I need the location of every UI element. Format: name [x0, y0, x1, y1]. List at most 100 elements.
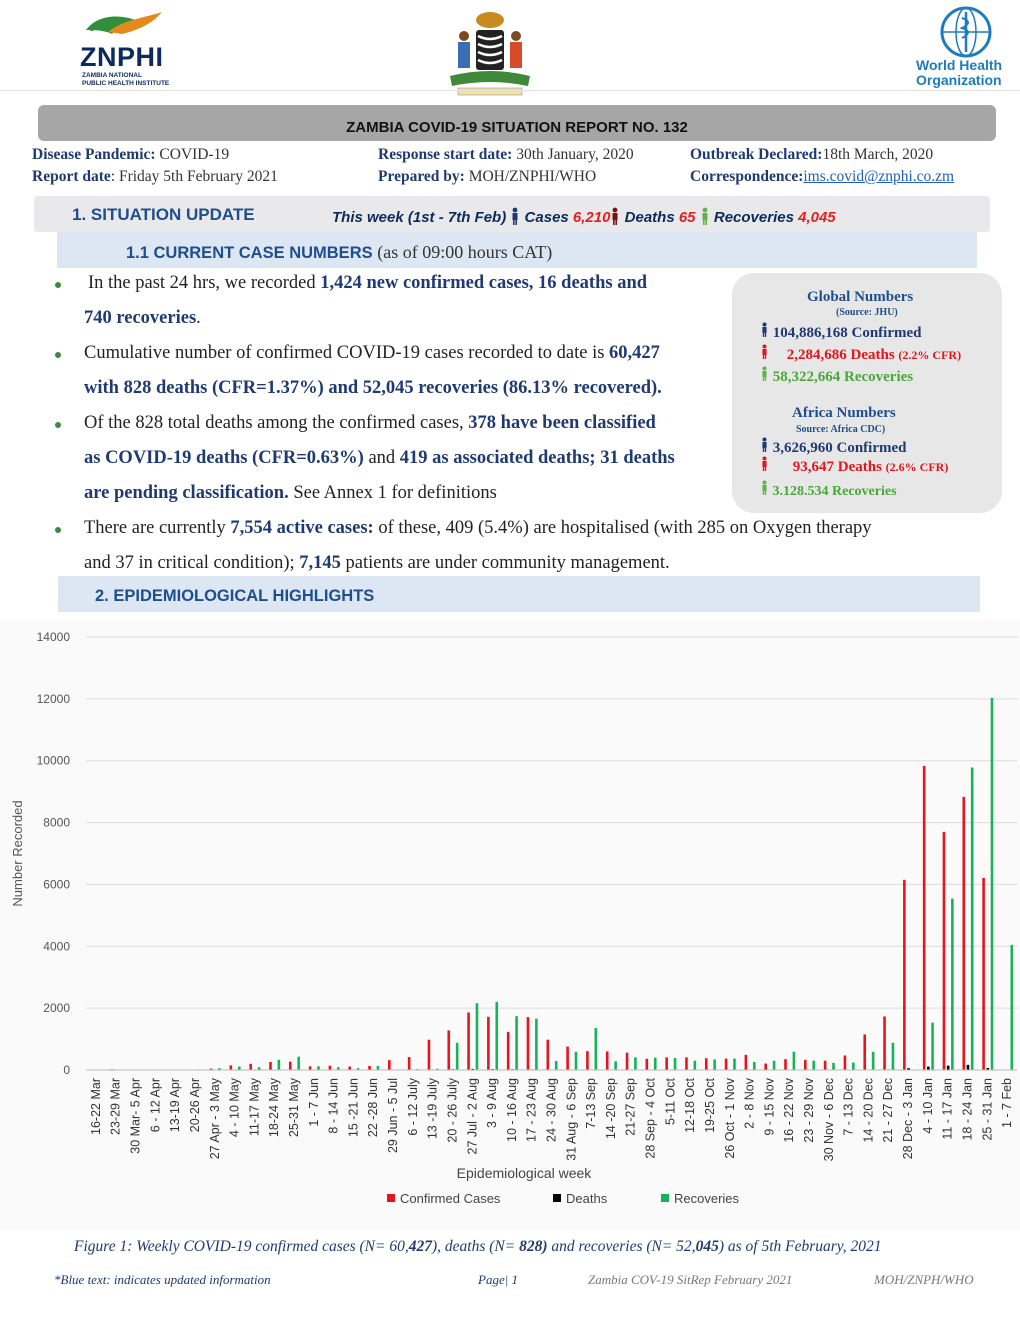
bar-recoveries [455, 1042, 459, 1070]
x-tick-label: 28 Sep - 4 Oct [644, 1077, 658, 1158]
x-axis-label: Epidemiological week [457, 1165, 593, 1181]
bullet-dot [55, 527, 61, 533]
legend-swatch-deaths [553, 1194, 561, 1202]
znphi-logo-text: ZNPHI [80, 42, 164, 72]
bar-recoveries [990, 697, 994, 1070]
bar-confirmed [467, 1012, 470, 1070]
report-date: Report date: Friday 5th February 2021 [32, 168, 278, 185]
bar-confirmed [903, 879, 906, 1070]
bar-recoveries [515, 1016, 518, 1070]
bar-confirmed [447, 1030, 451, 1070]
x-tick-label: 4 - 10 Jan [921, 1078, 935, 1134]
bar-deaths [927, 1066, 930, 1070]
bar-confirmed [506, 1031, 510, 1070]
bar-recoveries [554, 1061, 558, 1070]
bar-recoveries [277, 1059, 281, 1070]
bullet-cumulative: Cumulative number of confirmed COVID-19 … [84, 343, 662, 398]
bar-confirmed [665, 1057, 668, 1070]
x-tick-label: 5-11 Oct [663, 1077, 677, 1125]
bullet-dot [55, 422, 61, 428]
x-tick-label: 14 - 20 Dec [861, 1078, 875, 1143]
bar-confirmed [883, 1016, 886, 1070]
bar-recoveries [772, 1060, 776, 1070]
case-numbers-title: 1.1 CURRENT CASE NUMBERS (as of 09:00 ho… [126, 242, 553, 262]
bar-confirmed [863, 1034, 867, 1070]
bar-recoveries [634, 1057, 637, 1070]
y-tick-label: 4000 [43, 939, 70, 953]
x-tick-label: 7 - 13 Dec [842, 1078, 856, 1136]
x-tick-label: 28 Dec - 3 Jan [901, 1078, 915, 1159]
weekly-covid-chart: 0 2000 4000 6000 8000 10000 12000 14000 Number R… [0, 620, 1020, 1230]
x-tick-label: 24 - 30 Aug [545, 1078, 559, 1142]
legend-swatch-confirmed [387, 1194, 395, 1202]
correspondence-email-link[interactable]: ims.covid@znphi.co.zm [803, 168, 954, 185]
y-tick-label: 2000 [43, 1001, 70, 1015]
global-numbers-title: Global Numbers [807, 289, 914, 305]
bullet-deaths-classification: Of the 828 total deaths among the confir… [84, 413, 675, 503]
bar-confirmed [704, 1058, 708, 1070]
person-icon [512, 207, 518, 225]
bar-recoveries [832, 1062, 835, 1070]
bar-confirmed [724, 1058, 728, 1070]
bar-confirmed [368, 1065, 371, 1070]
x-tick-label: 13-19 Apr [168, 1078, 182, 1132]
bar-confirmed [843, 1055, 847, 1070]
response-start-date: Response start date: 30th January, 2020 [378, 146, 634, 163]
x-tick-label: 19-25 Oct [703, 1077, 717, 1132]
bar-recoveries [237, 1066, 241, 1070]
y-tick-label: 0 [63, 1063, 70, 1077]
x-tick-label: 31 Aug - 6 Sep [564, 1078, 578, 1161]
situation-week-summary: This week (1st - 7th Feb) Cases 6,210 De… [332, 207, 836, 226]
bar-confirmed [566, 1046, 569, 1070]
x-tick-label: 25-31 May [287, 1077, 301, 1137]
x-tick-label: 1 - 7 Jun [307, 1078, 321, 1127]
x-tick-label: 29 Jun - 5 Jul [386, 1078, 400, 1153]
correspondence: Correspondence:ims.covid@znphi.co.zm [690, 168, 955, 185]
bullet-active-cases: There are currently 7,554 active cases: … [84, 518, 872, 573]
bar-confirmed [348, 1066, 352, 1070]
footer-note: *Blue text: indicates updated informatio… [54, 1272, 271, 1287]
x-tick-label: 27 Jul - 2 Aug [465, 1078, 479, 1154]
bar-confirmed [804, 1059, 807, 1070]
x-tick-label: 8 - 14 Jun [327, 1078, 341, 1134]
person-recovered-icon [762, 366, 767, 381]
footer-org: MOH/ZNPH/WHO [874, 1272, 974, 1287]
epi-highlights-title: 2. EPIDEMIOLOGICAL HIGHLIGHTS [95, 587, 375, 605]
header-divider [0, 90, 1020, 91]
africa-source: Source: Africa CDC) [796, 424, 886, 435]
y-tick-label: 14000 [37, 630, 71, 644]
bar-recoveries [733, 1058, 736, 1070]
bar-confirmed [586, 1051, 589, 1070]
bar-confirmed [487, 1016, 490, 1070]
bar-confirmed [764, 1063, 767, 1070]
person-deaths-icon [762, 344, 767, 359]
x-tick-label: 18 - 24 Jan [960, 1078, 974, 1141]
bar-recoveries [752, 1061, 756, 1070]
bar-recoveries [495, 1001, 499, 1070]
bar-recoveries [931, 1022, 934, 1070]
y-tick-label: 6000 [43, 877, 70, 891]
x-tick-label: 20-26 Apr [188, 1078, 202, 1132]
bar-confirmed [308, 1066, 312, 1070]
x-tick-label: 3 - 9 Aug [485, 1078, 499, 1128]
bar-confirmed [823, 1060, 827, 1070]
zambia-coat-of-arms [450, 12, 530, 96]
bar-deaths [946, 1065, 950, 1070]
africa-recoveries: 3.128.534 Recoveries [760, 480, 897, 500]
bar-confirmed [546, 1039, 550, 1070]
bar-deaths [966, 1064, 970, 1070]
bar-recoveries [594, 1027, 598, 1070]
x-tick-label: 9 - 15 Nov [762, 1077, 776, 1135]
bar-recoveries [376, 1065, 380, 1070]
bar-confirmed [922, 765, 926, 1070]
bar-recoveries [653, 1057, 657, 1070]
x-tick-label: 13 -19 July [426, 1077, 440, 1139]
x-tick-label: 21 - 27 Dec [881, 1078, 895, 1143]
x-tick-label: 11-17 May [247, 1077, 261, 1136]
x-tick-label: 30 Mar- 5 Apr [129, 1078, 143, 1154]
x-tick-label: 18-24 May [267, 1077, 281, 1137]
situation-update-title: 1. SITUATION UPDATE [72, 205, 255, 224]
bar-confirmed [942, 831, 946, 1070]
bar-confirmed [605, 1051, 609, 1070]
bar-confirmed [407, 1057, 411, 1070]
